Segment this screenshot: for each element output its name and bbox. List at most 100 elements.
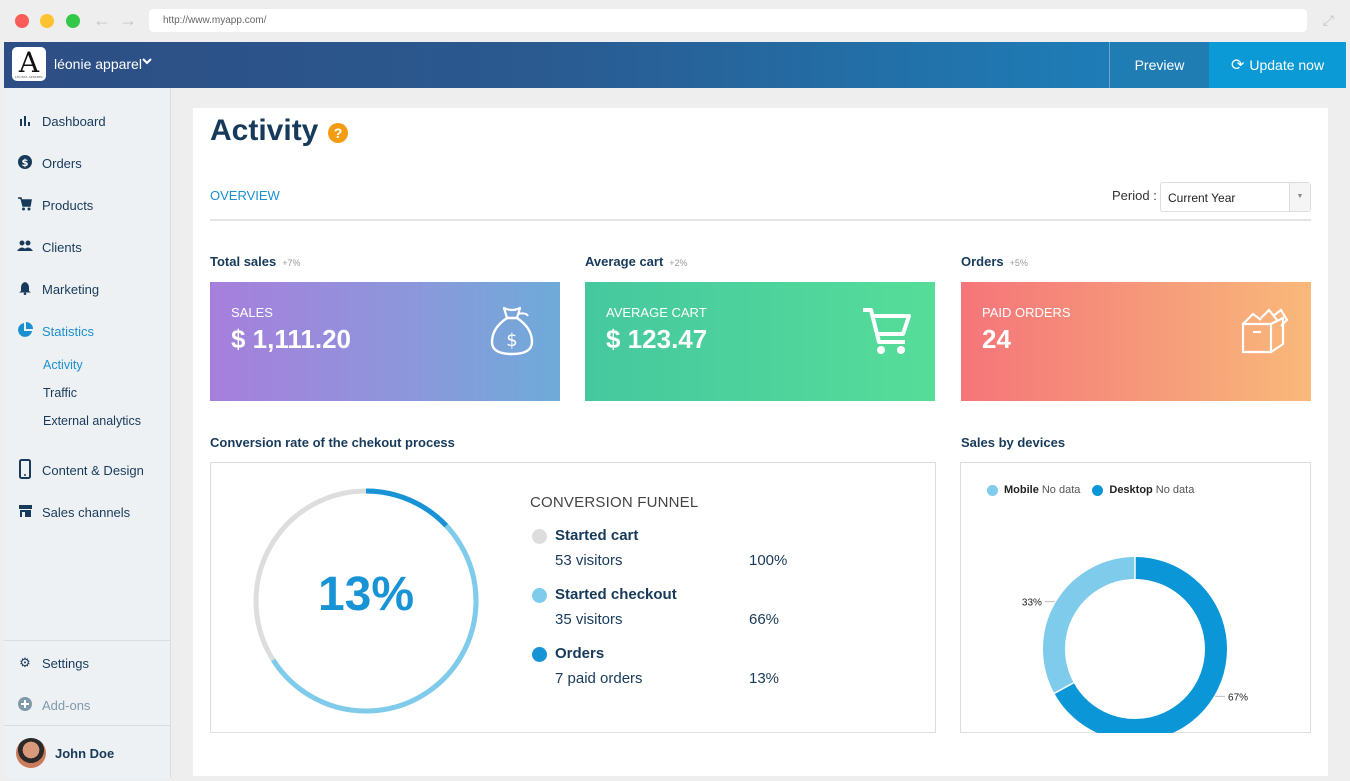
sidebar-item-label: Content & Design: [42, 462, 144, 478]
help-icon[interactable]: ?: [328, 123, 348, 143]
donut-slice-mobile: [1043, 557, 1136, 694]
sidebar-subitem-external-analytics[interactable]: External analytics: [43, 414, 141, 428]
kpi-heading-total-sales: Total sales +7%: [210, 254, 301, 269]
sidebar-item-dashboard[interactable]: Dashboard: [4, 106, 170, 136]
kpi-heading-average-cart: Average cart +2%: [585, 254, 688, 269]
kpi-heading-label: Orders: [961, 254, 1004, 269]
bar-chart-icon: [17, 114, 33, 129]
svg-text:$: $: [506, 330, 517, 351]
pie-chart-icon: [17, 321, 33, 341]
kpi-heading-label: Total sales: [210, 254, 277, 269]
period-value: Current Year: [1168, 191, 1236, 205]
funnel-step-dot: [532, 588, 547, 603]
funnel-step-count: 35 visitors: [555, 611, 623, 628]
refresh-icon: ⟳: [1230, 57, 1245, 74]
kpi-card-average-cart: AVERAGE CART $ 123.47: [585, 282, 935, 401]
kpi-value: $ 123.47: [606, 324, 708, 354]
cart-icon: [863, 308, 911, 354]
sidebar-divider: [4, 725, 170, 726]
conversion-funnel-panel: 13% CONVERSION FUNNEL Started cart 53 vi…: [210, 462, 936, 733]
svg-text:$: $: [22, 158, 29, 169]
period-select[interactable]: Current Year ▼: [1160, 182, 1311, 212]
sidebar-item-statistics[interactable]: Statistics: [4, 316, 170, 346]
url-bar[interactable]: http://www.myapp.com/: [149, 9, 1307, 32]
avatar: [16, 738, 46, 768]
sidebar-item-marketing[interactable]: Marketing: [4, 274, 170, 304]
window-maximize-button[interactable]: [66, 14, 80, 28]
fullscreen-icon[interactable]: ⤢: [1323, 12, 1334, 29]
sidebar-item-settings[interactable]: ⚙ Settings: [4, 648, 170, 678]
main-content: Activity ? OVERVIEW Period : Current Yea…: [193, 108, 1328, 776]
sidebar-item-orders[interactable]: $ Orders: [4, 148, 170, 178]
funnel-step-name: Started checkout: [555, 586, 677, 603]
sidebar: Dashboard $ Orders Products Clients Mark…: [4, 88, 171, 778]
user-profile[interactable]: John Doe: [4, 738, 170, 768]
kpi-delta: +5%: [1009, 258, 1028, 268]
sidebar-item-label: Orders: [42, 155, 82, 171]
sidebar-item-label: Settings: [42, 655, 89, 671]
store-icon: [17, 504, 33, 520]
browser-chrome: ← → http://www.myapp.com/ ⤢: [0, 0, 1350, 42]
sidebar-item-label: Dashboard: [42, 113, 106, 129]
app-header: A LÉONIE APPAREL léonie apparel Preview …: [4, 42, 1346, 88]
page-title: Activity: [210, 114, 319, 147]
devices-legend: Mobile No data Desktop No data: [987, 484, 1206, 496]
bell-icon: [17, 281, 33, 298]
user-name: John Doe: [55, 745, 115, 761]
plus-circle-icon: [17, 696, 33, 714]
window-close-button[interactable]: [15, 14, 29, 28]
legend-swatch-desktop: [1092, 484, 1104, 496]
donut-label-mobile: 33%: [1022, 598, 1042, 609]
chevron-down-icon[interactable]: [141, 54, 153, 71]
funnel-arc-orders: [365, 488, 449, 528]
funnel-step-name: Started cart: [555, 527, 639, 544]
dropdown-arrow-icon: ▼: [1289, 183, 1310, 211]
funnel-section-title: Conversion rate of the chekout process: [210, 435, 455, 450]
sidebar-subitem-activity[interactable]: Activity: [43, 358, 83, 372]
funnel-step-percent: 100%: [749, 552, 788, 569]
funnel-step-count: 7 paid orders: [555, 670, 643, 687]
kpi-card-paid-orders: PAID ORDERS 24: [961, 282, 1311, 401]
tab-divider: [210, 219, 1311, 221]
kpi-label: PAID ORDERS: [982, 305, 1071, 320]
sidebar-item-clients[interactable]: Clients: [4, 232, 170, 262]
preview-label: Preview: [1134, 57, 1185, 73]
funnel-step-dot: [532, 529, 547, 544]
kpi-value: $ 1,111.20: [231, 324, 352, 354]
logo-caption: LÉONIE APPAREL: [14, 75, 44, 79]
legend-label: Desktop: [1109, 484, 1153, 496]
devices-donut-chart: 67% 33%: [1022, 557, 1248, 733]
sidebar-item-add-ons[interactable]: Add-ons: [4, 690, 170, 720]
store-logo[interactable]: A LÉONIE APPAREL: [12, 47, 46, 81]
period-label: Period :: [1112, 188, 1157, 203]
preview-button[interactable]: Preview: [1109, 42, 1209, 88]
sidebar-item-content-design[interactable]: Content & Design: [4, 455, 170, 485]
kpi-delta: +7%: [282, 258, 301, 268]
cart-icon: [17, 196, 33, 214]
sidebar-item-label: Statistics: [42, 323, 95, 339]
sidebar-item-sales-channels[interactable]: Sales channels: [4, 497, 170, 527]
sidebar-item-label: Marketing: [42, 281, 100, 297]
kpi-card-sales: SALES $ 1,111.20 $: [210, 282, 560, 401]
open-box-icon: [1241, 308, 1289, 354]
tab-overview[interactable]: OVERVIEW: [210, 188, 280, 203]
kpi-label: SALES: [231, 305, 273, 320]
kpi-heading-orders: Orders +5%: [961, 254, 1028, 269]
legend-value: No data: [1041, 484, 1081, 496]
kpi-heading-label: Average cart: [585, 254, 664, 269]
sales-by-devices-panel: Mobile No data Desktop No data 67% 33%: [960, 462, 1311, 733]
funnel-step-count: 53 visitors: [555, 552, 623, 569]
back-arrow-icon[interactable]: ←: [93, 9, 111, 31]
funnel-step-dot: [532, 647, 547, 662]
update-now-button[interactable]: ⟳ Update now: [1209, 42, 1346, 88]
sidebar-item-products[interactable]: Products: [4, 190, 170, 220]
dollar-circle-icon: $: [17, 154, 33, 172]
sidebar-subitem-traffic[interactable]: Traffic: [43, 386, 77, 400]
funnel-step-name: Orders: [555, 645, 605, 662]
store-switcher[interactable]: léonie apparel: [54, 56, 142, 72]
update-label: Update now: [1249, 57, 1325, 73]
window-minimize-button[interactable]: [40, 14, 54, 28]
conversion-rate-value: 13%: [317, 568, 415, 621]
forward-arrow-icon[interactable]: →: [119, 9, 137, 31]
money-bag-icon: $: [490, 306, 534, 356]
